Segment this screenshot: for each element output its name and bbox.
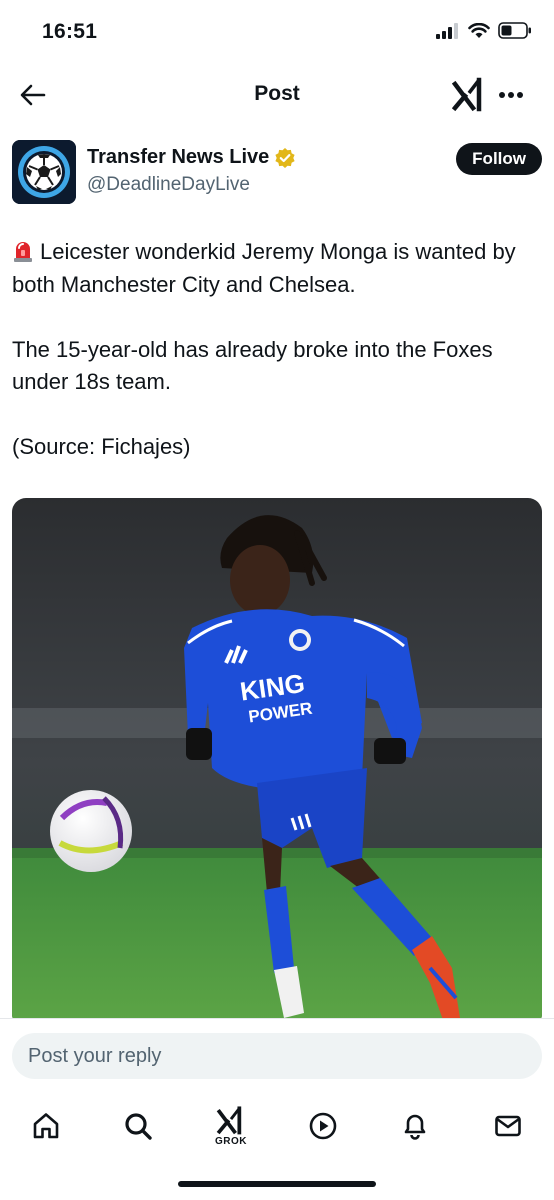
- football-logo-icon: [12, 140, 76, 204]
- status-bar: 16:51: [0, 0, 554, 64]
- home-icon: [33, 1113, 59, 1139]
- grok-icon: [451, 77, 482, 112]
- search-icon: [125, 1113, 152, 1140]
- reply-bar: [0, 1018, 554, 1090]
- follow-button[interactable]: Follow: [456, 143, 542, 175]
- author-name[interactable]: Transfer News Live: [87, 146, 269, 169]
- grok-icon: [216, 1106, 242, 1135]
- post-paragraph-text: Leicester wonderkid Jeremy Monga is want…: [12, 239, 516, 297]
- ellipsis-icon: [499, 92, 523, 98]
- post-header: Transfer News Live @DeadlineDayLive Foll…: [12, 140, 542, 206]
- author-name-row: Transfer News Live: [87, 146, 296, 169]
- bell-icon: [404, 1114, 426, 1140]
- verified-badge-icon: [275, 147, 295, 168]
- tab-video[interactable]: [301, 1104, 345, 1148]
- envelope-icon: [495, 1115, 521, 1137]
- cellular-signal-icon: [436, 22, 458, 39]
- tab-messages[interactable]: [486, 1104, 530, 1148]
- siren-emoji-icon: [14, 242, 32, 262]
- tab-notifications[interactable]: [393, 1104, 437, 1148]
- grok-button[interactable]: [451, 76, 486, 112]
- post-paragraph: (Source: Fichajes): [12, 434, 191, 459]
- home-indicator[interactable]: [178, 1181, 376, 1187]
- play-circle-icon: [309, 1112, 337, 1140]
- post-paragraph: Leicester wonderkid Jeremy Monga is want…: [12, 236, 546, 301]
- tab-search[interactable]: [116, 1104, 160, 1148]
- post-paragraph: The 15-year-old has already broke into t…: [12, 336, 493, 395]
- tab-home[interactable]: [24, 1104, 68, 1148]
- avatar[interactable]: [12, 140, 76, 204]
- tab-grok[interactable]: GROK: [209, 1104, 253, 1148]
- reply-input[interactable]: [12, 1033, 542, 1079]
- post-text: Leicester wonderkid Jeremy Monga is want…: [12, 236, 546, 464]
- battery-icon: [498, 22, 531, 39]
- player-photo: KING POWER: [12, 498, 542, 1028]
- nav-bar: Post: [0, 64, 554, 124]
- status-time: 16:51: [42, 20, 98, 43]
- status-icons: [436, 22, 532, 39]
- wifi-icon: [468, 22, 490, 38]
- author-handle[interactable]: @DeadlineDayLive: [87, 174, 250, 196]
- tab-grok-label: GROK: [215, 1136, 247, 1147]
- more-options-button[interactable]: [494, 78, 528, 112]
- post-image[interactable]: KING POWER: [12, 498, 542, 1028]
